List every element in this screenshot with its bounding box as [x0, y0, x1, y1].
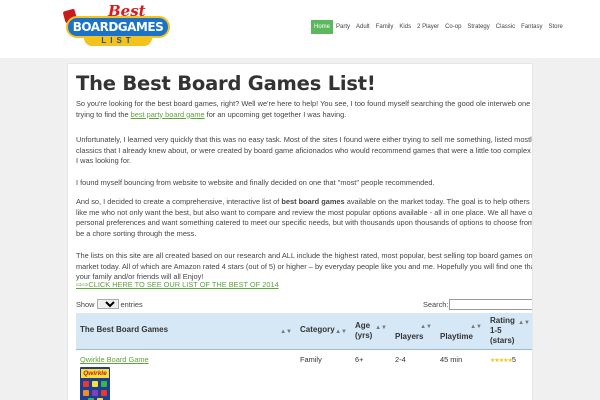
nav-home[interactable]: Home	[311, 20, 334, 34]
game-name-link[interactable]: Qwirkle Board Game	[80, 355, 149, 364]
table-row: Qwirkle Board Game Qwirkle Family 6+ 2-4…	[76, 350, 532, 400]
paragraph-5: The lists on this site are all created b…	[76, 251, 533, 283]
nav-fantasy[interactable]: Fantasy	[518, 20, 545, 34]
nav-store[interactable]: Store	[545, 20, 565, 34]
sort-icon: ▲▼	[335, 329, 347, 335]
tile-shape	[92, 390, 98, 396]
search-input[interactable]	[449, 299, 532, 310]
intro-line-2: trying to find the best party board game…	[76, 109, 532, 121]
sort-icon: ▲▼	[280, 329, 292, 335]
game-box-image[interactable]: Qwirkle	[80, 367, 110, 400]
nav-party[interactable]: Party	[333, 20, 353, 34]
paragraph-4-line: personal preferences and want something …	[76, 218, 533, 227]
paragraph-4-line: And so, I decided to create a comprehens…	[76, 197, 532, 208]
col-players-label: Players	[395, 332, 424, 341]
table-search: Search:	[423, 299, 532, 310]
col-rating[interactable]: ▲▼ Rating 1-5 (stars)	[486, 313, 532, 350]
entries-label: entries	[120, 299, 143, 309]
col-rating-label: Rating 1-5 (stars)	[490, 316, 515, 345]
main-nav: Home Party Adult Family Kids 2 Player Co…	[311, 20, 566, 34]
tile-shape	[101, 390, 107, 396]
sort-icon: ▲▼	[420, 324, 432, 330]
intro-text-end: for an upcoming get together I was havin…	[204, 109, 347, 119]
category-cell: Family	[300, 355, 322, 364]
paragraph-5-line: The lists on this site are all created b…	[76, 251, 533, 260]
page-title: The Best Board Games List!	[76, 72, 376, 95]
tile-shape	[101, 381, 107, 387]
paragraph-4: And so, I decided to create a comprehens…	[76, 197, 533, 239]
paragraph-4-text: available on the market today. The goal …	[344, 197, 530, 206]
best-party-board-game-link[interactable]: best party board game	[131, 110, 205, 119]
sort-icon: ▲▼	[375, 325, 387, 331]
paragraph-4-bold: best board games	[281, 197, 345, 206]
intro-text: trying to find the	[76, 109, 131, 119]
cta-paragraph: ⇨⇨CLICK HERE TO SEE OUR LIST OF THE BEST…	[76, 280, 532, 291]
tile-shape	[83, 381, 89, 387]
col-playtime-label: Playtime	[440, 332, 473, 341]
col-players[interactable]: ▲▼ Players	[391, 313, 436, 350]
rating-value: 5	[511, 355, 517, 364]
age-cell: 6+	[355, 355, 364, 364]
search-label: Search:	[423, 300, 449, 309]
paragraph-5-line: market today. All of which are Amazon ra…	[76, 261, 533, 271]
nav-kids[interactable]: Kids	[396, 20, 414, 34]
col-age[interactable]: ▲▼ Age (yrs)	[351, 313, 391, 350]
players-cell: 2-4	[395, 355, 406, 364]
col-name[interactable]: ▲▼ The Best Board Games	[76, 313, 296, 350]
show-label: Show	[76, 299, 95, 309]
paragraph-3: I found myself bouncing from website to …	[76, 178, 435, 187]
nav-co-op[interactable]: Co-op	[442, 20, 464, 34]
sort-icon: ▲▼	[518, 320, 530, 326]
col-playtime[interactable]: ▲▼ Playtime	[436, 313, 486, 350]
nav-2-player[interactable]: 2 Player	[414, 20, 442, 34]
content-card: The Best Board Games List! So you're loo…	[67, 63, 533, 400]
logo-list-text: LIST	[84, 36, 152, 46]
tile-shape	[83, 390, 89, 396]
playtime-cell: 45 min	[440, 355, 463, 364]
star-rating-icon: ★★★★★	[490, 358, 513, 364]
nav-classic[interactable]: Classic	[493, 20, 518, 34]
tile-shape	[92, 381, 98, 387]
paragraph-2-line: classics that I already knew about, or w…	[76, 145, 533, 155]
paragraph-4-line: like me who not only want the best, but …	[76, 207, 533, 217]
entries-length-control: Show 20 entries	[76, 299, 143, 309]
best-of-2014-link[interactable]: ⇨⇨CLICK HERE TO SEE OUR LIST OF THE BEST…	[76, 280, 279, 289]
nav-family[interactable]: Family	[373, 20, 397, 34]
paragraph-2-line: I was looking for.	[76, 156, 132, 165]
col-name-label: The Best Board Games	[80, 325, 169, 334]
table-header-row: ▲▼ The Best Board Games ▲▼ Category ▲▼ Age …	[76, 313, 532, 350]
game-name-cell: Qwirkle Board Game Qwirkle	[76, 350, 296, 400]
site-header: Best BOARDGAMES LIST Home Party Adult Fa…	[0, 0, 600, 58]
rating-cell: ★★★★★5	[486, 350, 532, 400]
col-category[interactable]: ▲▼ Category	[296, 313, 351, 350]
intro-line-1: So you're looking for the best board gam…	[76, 99, 533, 108]
nav-adult[interactable]: Adult	[353, 20, 373, 34]
col-category-label: Category	[300, 325, 335, 334]
entries-select[interactable]: 20	[96, 299, 119, 309]
paragraph-2-line: Unfortunately, I learned very quickly th…	[76, 135, 533, 144]
intro-paragraph: So you're looking for the best board gam…	[76, 99, 533, 121]
sort-icon: ▲▼	[470, 324, 482, 330]
site-logo[interactable]: Best BOARDGAMES LIST	[62, 2, 170, 46]
logo-main-text: BOARDGAMES	[66, 16, 170, 38]
paragraph-4-text: And so, I decided to create a comprehens…	[76, 197, 282, 206]
paragraph-4-line: be a chore sorting through the mess.	[76, 228, 197, 238]
col-age-label: Age (yrs)	[355, 321, 373, 340]
board-games-table: ▲▼ The Best Board Games ▲▼ Category ▲▼ Age …	[76, 313, 532, 400]
box-title: Qwirkle	[81, 369, 109, 378]
nav-strategy[interactable]: Strategy	[464, 20, 492, 34]
paragraph-2: Unfortunately, I learned very quickly th…	[76, 135, 533, 167]
